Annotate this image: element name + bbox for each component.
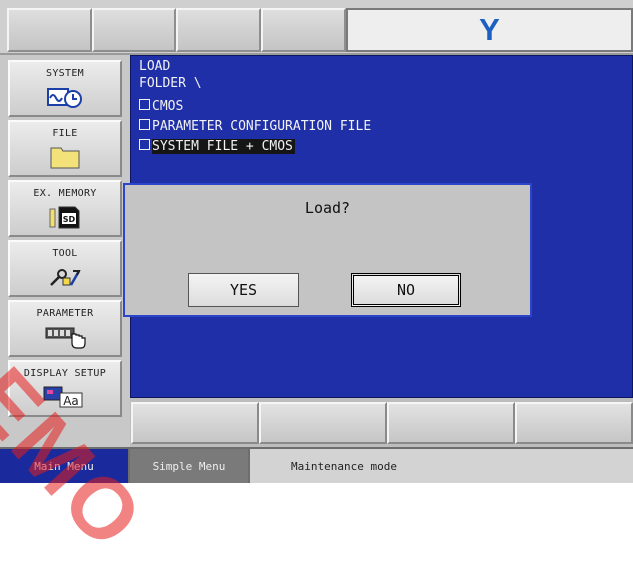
top-button-1[interactable]: [7, 8, 92, 52]
function-key-4[interactable]: [515, 402, 633, 444]
sidebar-item-file[interactable]: FILE: [8, 120, 122, 177]
sidebar-item-display-setup[interactable]: DISPLAY SETUP Aa: [8, 360, 122, 417]
checkbox-icon[interactable]: [139, 139, 150, 150]
folder-path: FOLDER \: [139, 76, 202, 91]
sidebar-item-ex-memory[interactable]: EX. MEMORY SD: [8, 180, 122, 237]
no-button[interactable]: NO: [351, 273, 461, 307]
main-menu-button[interactable]: Main Menu: [0, 449, 128, 483]
sidebar-item-label: TOOL: [52, 248, 78, 259]
yes-button[interactable]: YES: [188, 273, 299, 307]
sd-card-icon: SD: [48, 204, 82, 230]
svg-text:SD: SD: [63, 215, 76, 224]
brand-logo-area: Y: [346, 8, 633, 52]
sidebar-item-tool[interactable]: TOOL: [8, 240, 122, 297]
checkbox-icon[interactable]: [139, 99, 150, 110]
mode-status-text: Maintenance mode: [291, 459, 397, 473]
parameter-hand-icon: [43, 324, 87, 350]
brand-logo: Y: [479, 12, 500, 47]
confirm-dialog: Load? YES NO: [123, 183, 532, 317]
list-item-parameter-config[interactable]: PARAMETER CONFIGURATION FILE: [139, 119, 371, 135]
display-aa-icon: Aa: [42, 384, 88, 410]
sidebar-item-label: PARAMETER: [36, 308, 94, 319]
top-button-2[interactable]: [92, 8, 176, 52]
list-item-label: PARAMETER CONFIGURATION FILE: [152, 119, 372, 134]
top-button-4[interactable]: [261, 8, 346, 52]
list-item-label: CMOS: [152, 99, 184, 114]
status-bar: Maintenance mode: [250, 449, 633, 483]
sidebar-item-label: FILE: [52, 128, 78, 139]
screen-title: LOAD: [139, 59, 171, 74]
list-item-system-file-cmos[interactable]: SYSTEM FILE + CMOS: [139, 139, 295, 155]
function-key-3[interactable]: [387, 402, 515, 444]
sidebar-item-label: SYSTEM: [46, 68, 84, 79]
sidebar-item-system[interactable]: SYSTEM: [8, 60, 122, 117]
list-item-cmos[interactable]: CMOS: [139, 99, 183, 115]
sidebar-item-label: EX. MEMORY: [33, 188, 97, 199]
folder-icon: [49, 144, 81, 170]
sidebar-item-parameter[interactable]: PARAMETER: [8, 300, 122, 357]
dialog-message: Load?: [304, 199, 351, 217]
sidebar-item-label: DISPLAY SETUP: [23, 368, 107, 379]
simple-menu-button[interactable]: Simple Menu: [130, 449, 248, 483]
list-item-label: SYSTEM FILE + CMOS: [152, 139, 295, 154]
function-key-2[interactable]: [259, 402, 387, 444]
tools-icon: [45, 264, 85, 290]
function-key-1[interactable]: [131, 402, 259, 444]
svg-text:Aa: Aa: [63, 394, 79, 408]
top-button-3[interactable]: [176, 8, 261, 52]
checkbox-icon[interactable]: [139, 119, 150, 130]
system-clock-icon: [47, 84, 83, 110]
